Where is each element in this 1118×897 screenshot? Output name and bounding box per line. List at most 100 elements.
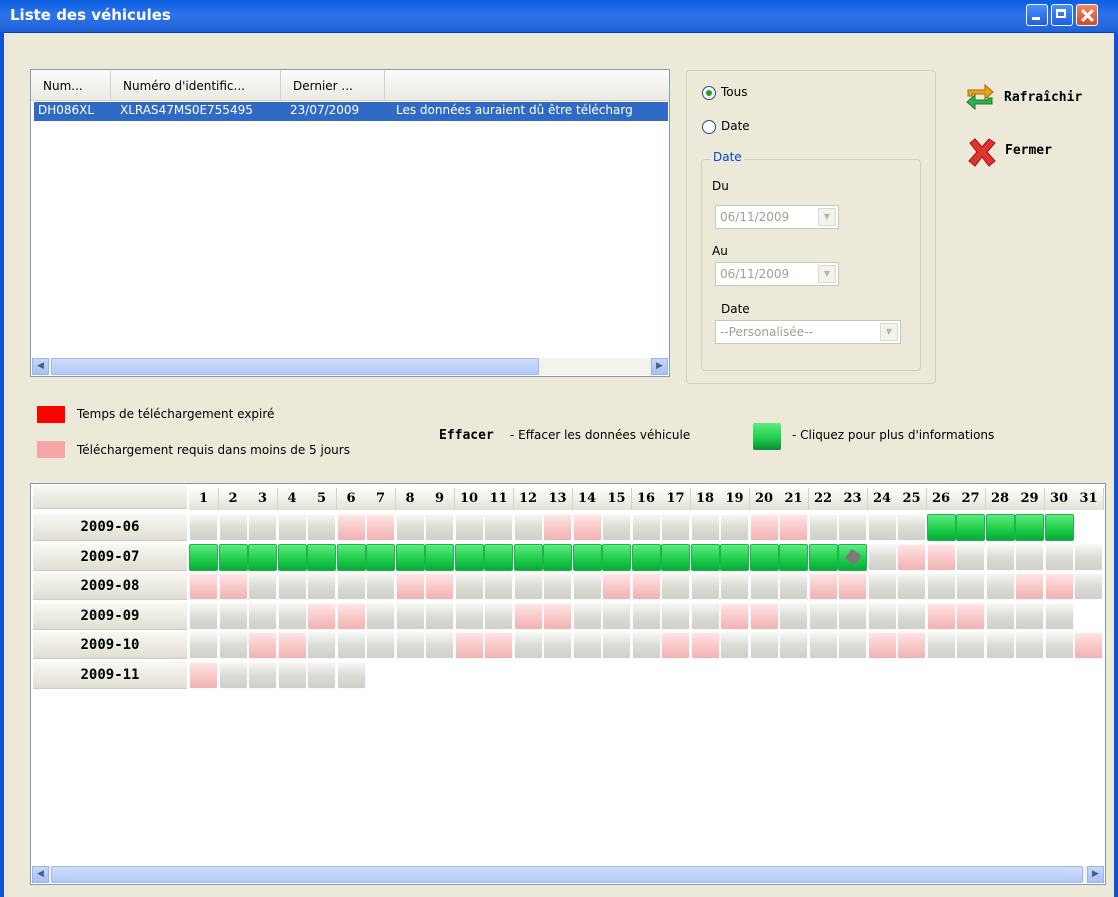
day-cell[interactable] [956,632,985,659]
day-cell[interactable] [867,632,897,659]
day-cell[interactable] [248,632,277,659]
day-cell[interactable] [454,602,484,630]
day-cell[interactable] [808,632,838,659]
day-cell[interactable] [661,632,690,659]
day-cell[interactable] [454,514,484,541]
day-cell[interactable] [1044,543,1074,571]
day-cell[interactable] [336,661,366,689]
day-cell[interactable] [631,602,661,630]
column-header-last[interactable]: Dernier ... [281,70,385,100]
day-cell[interactable] [1044,573,1074,600]
day-cell[interactable] [779,514,808,541]
day-cell[interactable] [366,543,395,571]
day-cell[interactable] [454,573,484,600]
day-cell[interactable] [897,573,926,600]
day-cell[interactable] [867,514,897,541]
day-cell[interactable] [808,602,838,630]
day-cell[interactable] [277,602,307,630]
day-cell[interactable] [631,543,661,571]
day-cell[interactable] [690,514,720,541]
scroll-thumb[interactable] [51,866,1083,883]
day-cell[interactable] [926,543,956,571]
chevron-down-icon[interactable]: ▼ [818,265,836,283]
day-cell[interactable] [1015,573,1044,600]
vehicle-list[interactable]: Num... Numéro d'identific... Dernier ...… [30,69,670,377]
minimize-icon[interactable] [1026,4,1048,26]
day-cell[interactable] [513,632,543,659]
day-cell[interactable] [1074,632,1103,659]
day-cell[interactable] [1074,543,1103,571]
day-cell[interactable] [985,602,1015,630]
day-cell[interactable] [366,514,395,541]
day-cell[interactable] [189,632,218,659]
day-cell[interactable] [425,514,454,541]
column-header-vin[interactable]: Numéro d'identific... [111,70,281,100]
scroll-left-icon[interactable]: ◀ [32,358,49,375]
day-cell[interactable] [749,632,779,659]
day-cell[interactable] [1044,514,1074,541]
day-cell[interactable] [189,573,218,600]
day-cell[interactable] [926,514,956,541]
day-cell[interactable] [336,573,366,600]
day-cell[interactable] [484,514,513,541]
day-cell[interactable] [248,602,277,630]
day-cell[interactable] [189,543,218,571]
day-cell[interactable] [454,543,484,571]
day-cell[interactable] [484,573,513,600]
day-cell[interactable] [1044,632,1074,659]
radio-all-label[interactable]: Tous [721,85,748,99]
day-cell[interactable] [985,632,1015,659]
day-cell[interactable] [572,602,602,630]
day-cell[interactable] [484,602,513,630]
scroll-right-icon[interactable]: ▶ [1087,866,1104,883]
day-cell[interactable] [425,543,454,571]
day-cell[interactable] [513,573,543,600]
day-cell[interactable] [956,514,985,541]
day-cell[interactable] [779,573,808,600]
day-cell[interactable] [572,514,602,541]
day-cell[interactable] [543,514,572,541]
day-cell[interactable] [307,573,336,600]
day-cell[interactable] [189,661,218,689]
day-cell[interactable] [720,573,749,600]
day-cell[interactable] [720,602,749,630]
chevron-down-icon[interactable]: ▼ [880,323,898,341]
day-cell[interactable] [897,632,926,659]
scroll-right-icon[interactable]: ▶ [651,358,668,375]
day-cell[interactable] [690,543,720,571]
day-cell[interactable] [779,632,808,659]
day-cell[interactable] [307,632,336,659]
day-cell[interactable] [602,632,631,659]
day-cell[interactable] [248,661,277,689]
day-cell[interactable] [602,514,631,541]
day-cell[interactable] [808,573,838,600]
day-cell[interactable] [661,573,690,600]
day-cell[interactable] [543,632,572,659]
day-cell[interactable] [1015,514,1044,541]
day-cell[interactable] [779,543,808,571]
day-cell[interactable] [926,632,956,659]
day-cell[interactable] [749,602,779,630]
day-cell[interactable] [720,514,749,541]
day-cell[interactable] [189,602,218,630]
day-cell[interactable] [808,514,838,541]
maximize-icon[interactable] [1051,4,1073,26]
day-cell[interactable] [277,661,307,689]
day-cell[interactable] [720,632,749,659]
day-cell[interactable] [1015,632,1044,659]
day-cell[interactable] [336,543,366,571]
day-cell[interactable] [572,543,602,571]
day-cell[interactable] [277,543,307,571]
day-cell[interactable] [572,632,602,659]
day-cell[interactable] [218,661,248,689]
day-cell[interactable] [513,514,543,541]
day-cell[interactable] [926,602,956,630]
day-cell[interactable] [307,514,336,541]
day-cell[interactable] [838,573,867,600]
scroll-left-icon[interactable]: ◀ [32,866,49,883]
day-cell[interactable] [484,632,513,659]
day-cell[interactable] [336,602,366,630]
day-cell[interactable] [631,573,661,600]
day-cell[interactable] [661,543,690,571]
day-cell[interactable] [572,573,602,600]
